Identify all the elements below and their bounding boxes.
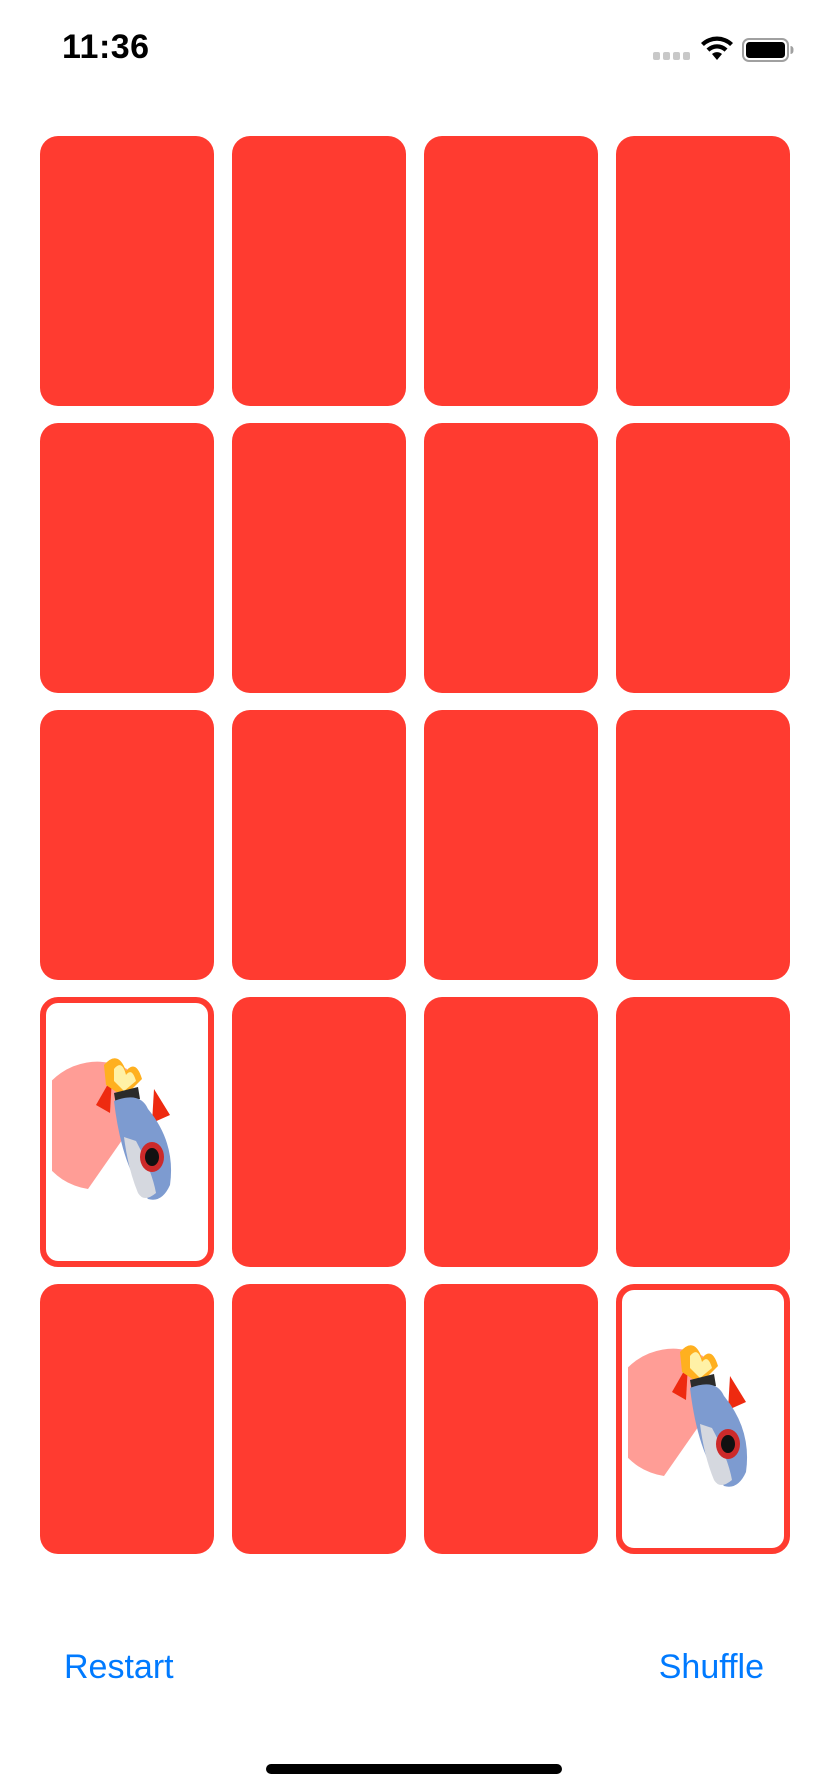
card-face-down[interactable] — [232, 710, 406, 980]
card-face-down[interactable] — [424, 423, 598, 693]
card-face-down[interactable] — [232, 136, 406, 406]
card-face-up[interactable] — [40, 997, 214, 1267]
card-grid — [40, 136, 790, 1554]
cellular-signal-icon — [653, 52, 691, 62]
card-face-down[interactable] — [424, 136, 598, 406]
card-face-down[interactable] — [40, 136, 214, 406]
card-face-down[interactable] — [616, 136, 790, 406]
bottom-toolbar: Restart Shuffle — [0, 1640, 828, 1700]
card-face-down[interactable] — [616, 710, 790, 980]
card-face-down[interactable] — [40, 1284, 214, 1554]
card-face-down[interactable] — [232, 1284, 406, 1554]
rocket-icon — [628, 1345, 748, 1487]
card-face-down[interactable] — [40, 710, 214, 980]
card-face-down[interactable] — [616, 997, 790, 1267]
home-indicator — [266, 1764, 562, 1774]
rocket-icon — [52, 1058, 172, 1200]
shuffle-button[interactable]: Shuffle — [659, 1648, 764, 1687]
status-bar: 11:36 — [0, 0, 828, 100]
restart-button[interactable]: Restart — [64, 1648, 174, 1687]
wifi-icon — [701, 36, 733, 60]
card-face-down[interactable] — [232, 997, 406, 1267]
card-face-up[interactable] — [616, 1284, 790, 1554]
card-face-down[interactable] — [40, 423, 214, 693]
card-face-down[interactable] — [424, 1284, 598, 1554]
card-face-down[interactable] — [424, 710, 598, 980]
card-face-down[interactable] — [232, 423, 406, 693]
battery-icon — [742, 38, 794, 62]
status-time: 11:36 — [62, 28, 150, 66]
card-face-down[interactable] — [424, 997, 598, 1267]
card-face-down[interactable] — [616, 423, 790, 693]
